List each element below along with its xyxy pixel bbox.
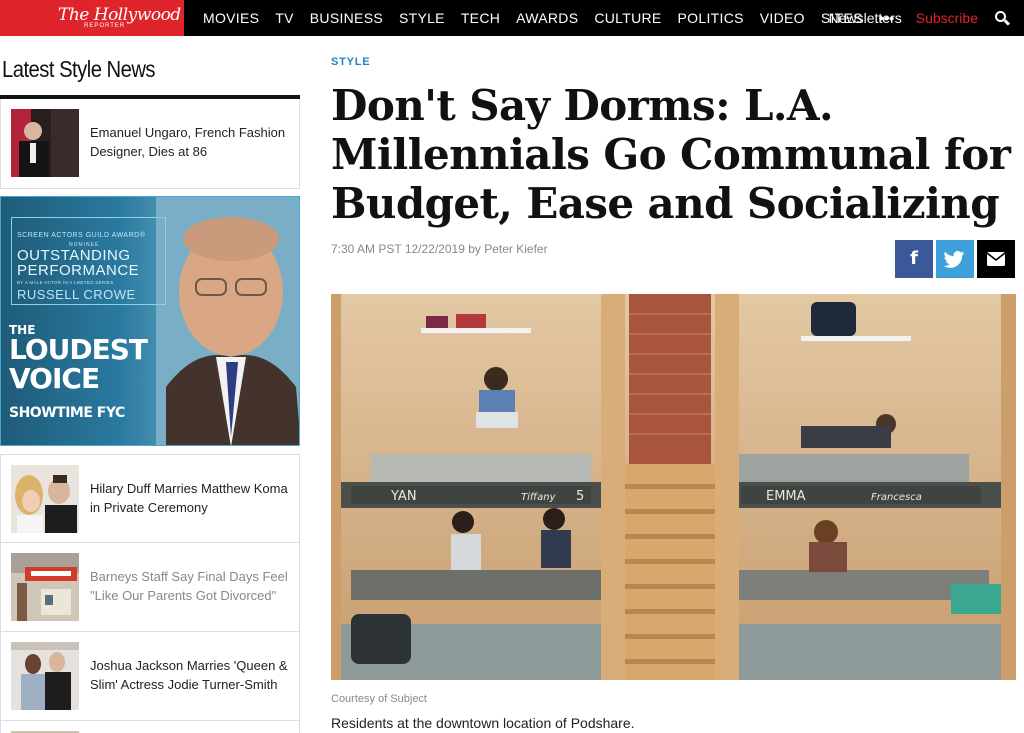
logo-text: The Hollywood	[58, 5, 181, 25]
section-label[interactable]: STYLE	[331, 56, 370, 68]
article-hero-image[interactable]: YAN Tiffany 5 EMMA Francesca	[331, 294, 1016, 680]
article-thumbnail	[11, 465, 79, 533]
nav-movies[interactable]: MOVIES	[203, 10, 259, 26]
twitter-icon	[943, 251, 965, 268]
main-nav: MOVIES TV BUSINESS STYLE TECH AWARDS CUL…	[203, 0, 894, 36]
sidebar-advertisement[interactable]: SCREEN ACTORS GUILD AWARD® NOMINEE OUTST…	[0, 196, 300, 446]
nav-business[interactable]: BUSINESS	[310, 10, 383, 26]
chalk-label-yan: YAN	[390, 489, 417, 504]
photo-caption: Residents at the downtown location of Po…	[331, 715, 635, 731]
nav-politics[interactable]: POLITICS	[678, 10, 744, 26]
list-item-title: Emanuel Ungaro, French Fashion Designer,…	[90, 125, 286, 159]
email-share-button[interactable]	[977, 240, 1015, 278]
facebook-icon: f	[910, 248, 918, 269]
list-item-title: Barneys Staff Say Final Days Feel "Like …	[90, 569, 288, 603]
article-thumbnail	[11, 109, 79, 177]
facebook-share-button[interactable]: f	[895, 240, 933, 278]
chalk-label-tiffany: Tiffany	[521, 492, 557, 503]
newsletters-link[interactable]: Newsletters	[829, 10, 902, 26]
subscribe-link[interactable]: Subscribe	[916, 10, 978, 26]
envelope-icon	[986, 252, 1006, 266]
top-nav-bar: The Hollywood REPORTER MOVIES TV BUSINES…	[0, 0, 1024, 36]
ad-show-title: LOUDEST VOICE	[9, 335, 148, 395]
article-byline: 7:30 AM PST 12/22/2019 by Peter Kiefer	[331, 242, 548, 256]
ad-category-text: OUTSTANDING PERFORMANCE	[17, 248, 139, 278]
ad-actor-name: RUSSELL CROWE	[17, 287, 136, 302]
list-item[interactable]: Emanuel Ungaro, French Fashion Designer,…	[0, 99, 300, 189]
account-nav: Newsletters Subscribe	[829, 0, 1024, 36]
article-headline: Don't Say Dorms: L.A. Millennials Go Com…	[331, 81, 1011, 228]
ad-show-line2: VOICE	[9, 362, 100, 395]
list-item-title: Joshua Jackson Marries 'Queen & Slim' Ac…	[90, 658, 288, 692]
ad-award-text: SCREEN ACTORS GUILD AWARD®	[17, 232, 146, 239]
nav-tv[interactable]: TV	[275, 10, 294, 26]
nav-culture[interactable]: CULTURE	[594, 10, 661, 26]
chalk-label-emma: EMMA	[766, 489, 806, 504]
twitter-share-button[interactable]	[936, 240, 974, 278]
chalk-label-number: 5	[576, 489, 584, 504]
nav-awards[interactable]: AWARDS	[516, 10, 578, 26]
chalk-label-francesca: Francesca	[871, 492, 922, 503]
ad-by-text: BY A MALE ACTOR IN A LIMITED SERIES	[17, 280, 114, 285]
nav-style[interactable]: STYLE	[399, 10, 445, 26]
photo-credit: Courtesy of Subject	[331, 693, 427, 705]
search-icon[interactable]	[994, 0, 1024, 36]
nav-tech[interactable]: TECH	[461, 10, 500, 26]
list-item[interactable]	[0, 721, 300, 733]
sidebar-title: Latest Style News	[2, 56, 156, 82]
list-item[interactable]: Hilary Duff Marries Matthew Koma in Priv…	[0, 454, 300, 543]
list-item-title: Hilary Duff Marries Matthew Koma in Priv…	[90, 481, 288, 515]
ad-portrait-image	[156, 197, 299, 445]
site-logo[interactable]: The Hollywood REPORTER	[0, 0, 184, 36]
logo-subtext: REPORTER	[84, 23, 126, 29]
nav-video[interactable]: VIDEO	[760, 10, 805, 26]
article-thumbnail	[11, 642, 79, 710]
list-item[interactable]: Barneys Staff Say Final Days Feel "Like …	[0, 543, 300, 632]
article-thumbnail	[11, 553, 79, 621]
ad-network: SHOWTIME FYC	[9, 405, 125, 421]
list-item[interactable]: Joshua Jackson Marries 'Queen & Slim' Ac…	[0, 632, 300, 721]
ad-performance: PERFORMANCE	[17, 262, 140, 279]
